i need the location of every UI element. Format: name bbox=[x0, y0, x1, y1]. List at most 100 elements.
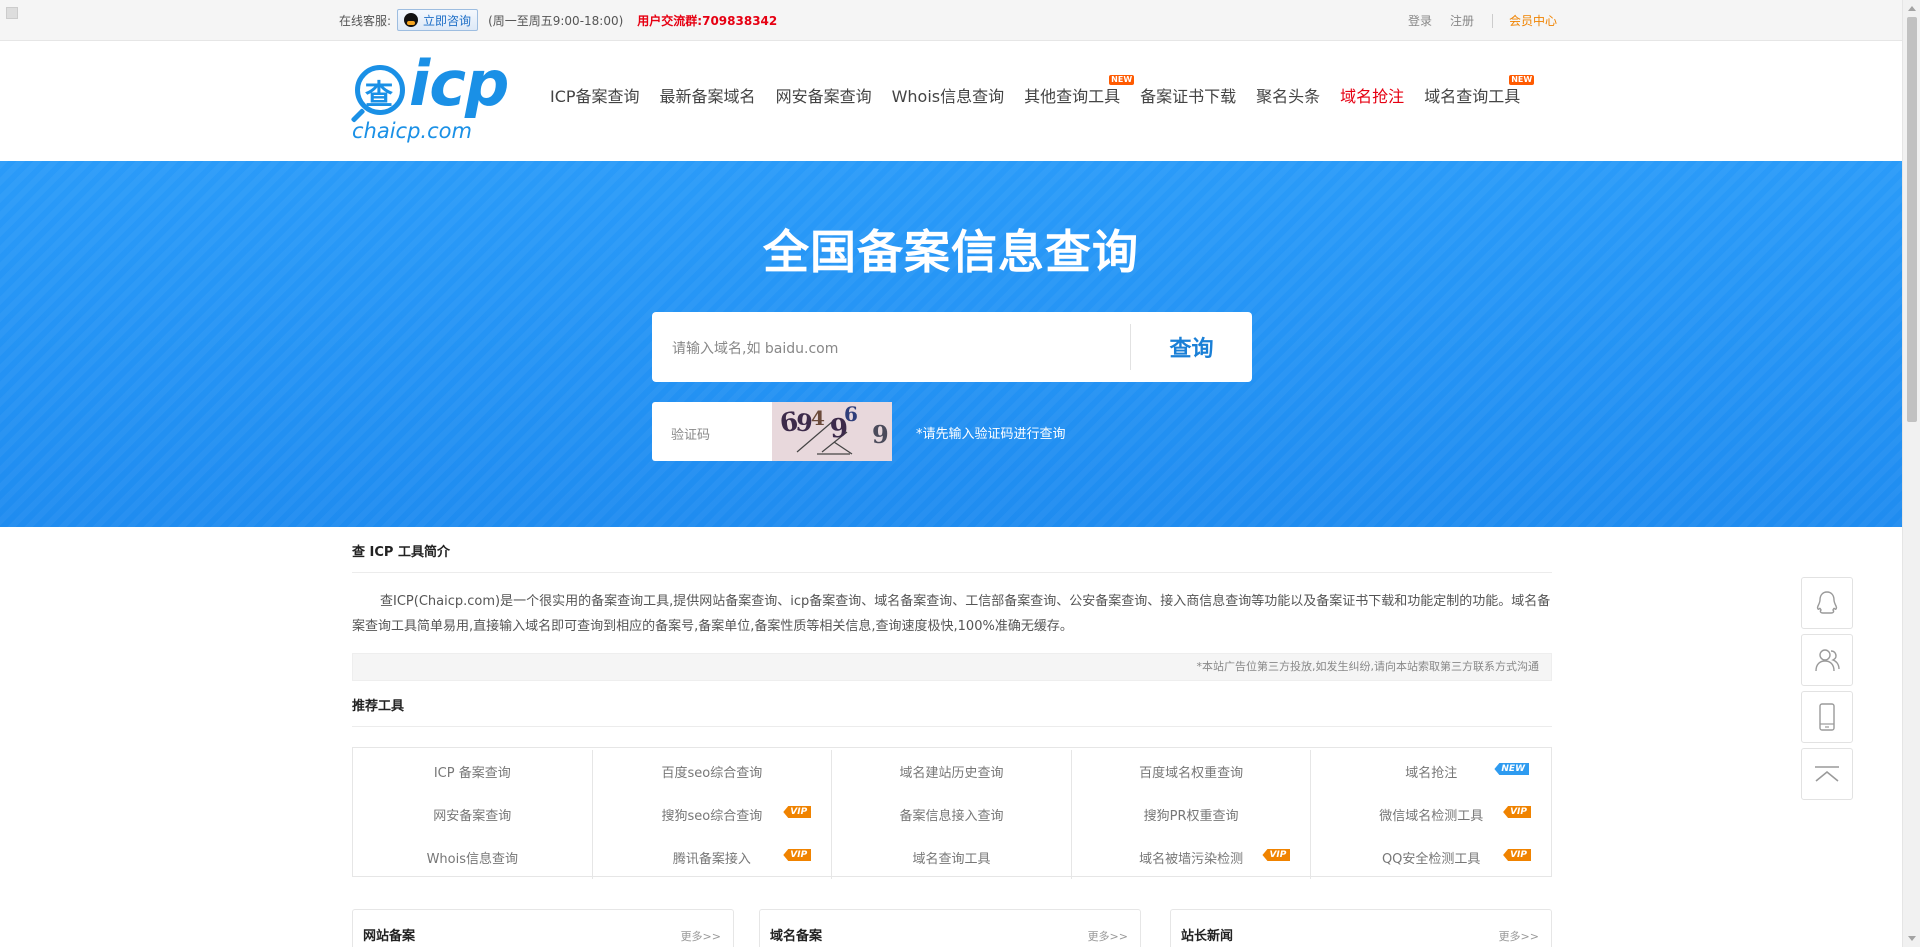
nav-label: 聚名头条 bbox=[1256, 87, 1321, 106]
logo-glyph: 查 bbox=[365, 78, 394, 111]
captcha-char: 4 bbox=[811, 406, 825, 430]
scroll-down-arrow[interactable] bbox=[1908, 936, 1916, 941]
search-input[interactable]: 请输入域名,如 baidu.com bbox=[672, 338, 838, 358]
card-site-records: 网站备案 更多>> bbox=[352, 909, 734, 947]
service-hours: (周一至周五9:00-18:00) bbox=[488, 13, 624, 28]
tool-label: Whois信息查询 bbox=[426, 852, 519, 867]
nav-other-tools[interactable]: 其他查询工具 NEW bbox=[1024, 75, 1135, 107]
new-tag: NEW bbox=[1494, 763, 1529, 775]
tool-label: 百度seo综合查询 bbox=[661, 766, 763, 781]
float-users-button[interactable] bbox=[1801, 634, 1853, 686]
service-label: 在线客服: bbox=[339, 13, 392, 28]
nav-domain-tools[interactable]: 域名查询工具 NEW bbox=[1424, 75, 1535, 107]
tool-whois[interactable]: Whois信息查询 bbox=[353, 836, 593, 879]
float-qq-button[interactable] bbox=[1801, 577, 1853, 629]
divider bbox=[1492, 13, 1494, 28]
tool-label: 腾讯备案接入 bbox=[672, 852, 751, 867]
intro-text: 查ICP(Chaicp.com)是一个很实用的备案查询工具,提供网站备案查询、i… bbox=[352, 594, 1551, 634]
tool-domain-snapping[interactable]: 域名抢注 NEW bbox=[1311, 750, 1551, 793]
tools-title: 推荐工具 bbox=[352, 681, 1552, 727]
tool-access-query[interactable]: 备案信息接入查询 bbox=[832, 793, 1072, 836]
site-header: 查 icp chaicp.com ICP备案查询 最新备案域名 网安备案查询 W… bbox=[0, 41, 1902, 161]
captcha-char: 9 bbox=[872, 420, 889, 449]
tool-wall-check[interactable]: 域名被墙污染检测 VIP bbox=[1072, 836, 1312, 879]
scrollbar[interactable] bbox=[1902, 0, 1920, 947]
card-title: 网站备案 bbox=[363, 929, 416, 944]
float-top-button[interactable] bbox=[1801, 748, 1853, 800]
consult-button[interactable]: 立即咨询 bbox=[397, 9, 479, 31]
float-mobile-button[interactable] bbox=[1801, 691, 1853, 743]
member-center-link[interactable]: 会员中心 bbox=[1509, 12, 1557, 29]
tool-baidu-weight[interactable]: 百度域名权重查询 bbox=[1072, 750, 1312, 793]
qq-icon bbox=[1816, 591, 1838, 614]
more-link[interactable]: 更多>> bbox=[681, 928, 721, 944]
register-link[interactable]: 注册 bbox=[1450, 12, 1474, 29]
more-link[interactable]: 更多>> bbox=[1499, 928, 1539, 944]
vip-tag: VIP bbox=[783, 849, 812, 861]
tool-site-history[interactable]: 域名建站历史查询 bbox=[832, 750, 1072, 793]
more-link[interactable]: 更多>> bbox=[1088, 928, 1128, 944]
main-nav: ICP备案查询 最新备案域名 网安备案查询 Whois信息查询 其他查询工具 NE… bbox=[550, 75, 1540, 107]
nav-label: 最新备案域名 bbox=[659, 87, 756, 106]
magnifier-icon: 查 bbox=[355, 65, 405, 115]
tool-domain-query[interactable]: 域名查询工具 bbox=[832, 836, 1072, 879]
new-badge: NEW bbox=[1509, 75, 1535, 85]
mobile-icon bbox=[1819, 703, 1835, 731]
tool-label: 搜狗PR权重查询 bbox=[1143, 809, 1239, 824]
card-webmaster-news: 站长新闻 更多>> bbox=[1170, 909, 1552, 947]
tool-sogou-pr[interactable]: 搜狗PR权重查询 bbox=[1072, 793, 1312, 836]
nav-latest-domains[interactable]: 最新备案域名 bbox=[660, 83, 756, 107]
nav-label: 其他查询工具 bbox=[1024, 87, 1121, 106]
tool-icp-query[interactable]: ICP 备案查询 bbox=[353, 750, 593, 793]
nav-security-record[interactable]: 网安备案查询 bbox=[776, 83, 872, 107]
tool-security-record[interactable]: 网安备案查询 bbox=[353, 793, 593, 836]
tool-label: ICP 备案查询 bbox=[433, 766, 511, 781]
captcha-input[interactable]: 验证码 bbox=[652, 402, 772, 461]
tool-wechat-check[interactable]: 微信域名检测工具 VIP bbox=[1311, 793, 1551, 836]
nav-certificate-download[interactable]: 备案证书下载 bbox=[1140, 83, 1236, 107]
hero-search: 全国备案信息查询 请输入域名,如 baidu.com 查询 验证码 6 9 4 … bbox=[0, 161, 1902, 527]
scroll-thumb[interactable] bbox=[1907, 17, 1917, 422]
search-box: 请输入域名,如 baidu.com 查询 bbox=[652, 312, 1252, 382]
tool-label: QQ安全检测工具 bbox=[1381, 852, 1481, 867]
nav-domain-snapping[interactable]: 域名抢注 bbox=[1340, 83, 1404, 107]
tool-label: 搜狗seo综合查询 bbox=[661, 809, 763, 824]
tool-sogou-seo[interactable]: 搜狗seo综合查询 VIP bbox=[593, 793, 833, 836]
nav-whois[interactable]: Whois信息查询 bbox=[892, 83, 1005, 107]
captcha-image[interactable]: 6 9 4 9 6 9 bbox=[772, 402, 892, 461]
nav-label: Whois信息查询 bbox=[891, 87, 1005, 106]
ad-notice: *本站广告位第三方投放,如发生纠纷,请向本站索取第三方联系方式沟通 bbox=[352, 653, 1552, 681]
users-icon bbox=[1815, 649, 1840, 672]
tool-tencent-access[interactable]: 腾讯备案接入 VIP bbox=[593, 836, 833, 879]
back-to-top-icon bbox=[1815, 766, 1839, 782]
nav-label: 备案证书下载 bbox=[1140, 87, 1237, 106]
main-content: 查 ICP 工具简介 查ICP(Chaicp.com)是一个很实用的备案查询工具… bbox=[352, 527, 1552, 879]
logo-domain: chaicp.com bbox=[352, 119, 472, 143]
tool-baidu-seo[interactable]: 百度seo综合查询 bbox=[593, 750, 833, 793]
card-domain-records: 域名备案 更多>> bbox=[759, 909, 1141, 947]
tool-qq-security[interactable]: QQ安全检测工具 VIP bbox=[1311, 836, 1551, 879]
captcha-placeholder: 验证码 bbox=[671, 428, 711, 443]
news-cards: 网站备案 更多>> 域名备案 更多>> 站长新闻 更多>> bbox=[352, 909, 1552, 947]
nav-headlines[interactable]: 聚名头条 bbox=[1256, 83, 1320, 107]
user-group: 用户交流群:709838342 bbox=[637, 13, 778, 28]
card-title: 站长新闻 bbox=[1181, 929, 1234, 944]
tool-label: 微信域名检测工具 bbox=[1379, 809, 1484, 824]
consult-label: 立即咨询 bbox=[423, 13, 472, 28]
login-link[interactable]: 登录 bbox=[1408, 12, 1432, 29]
qq-icon bbox=[404, 13, 419, 27]
scroll-up-arrow[interactable] bbox=[1908, 6, 1916, 11]
nav-label: ICP备案查询 bbox=[550, 87, 640, 106]
logo-text: icp bbox=[409, 47, 509, 120]
tools-grid: ICP 备案查询 百度seo综合查询 域名建站历史查询 百度域名权重查询 域名抢… bbox=[352, 747, 1552, 879]
top-bar: 在线客服: 立即咨询 (周一至周五9:00-18:00) 用户交流群:70983… bbox=[0, 0, 1902, 41]
search-button[interactable]: 查询 bbox=[1131, 312, 1252, 382]
tool-label: 百度域名权重查询 bbox=[1139, 766, 1244, 781]
nav-label: 网安备案查询 bbox=[775, 87, 872, 106]
vip-tag: VIP bbox=[1503, 806, 1531, 818]
captcha-char: 6 bbox=[844, 402, 858, 426]
hero-title: 全国备案信息查询 bbox=[763, 225, 1139, 279]
nav-icp-query[interactable]: ICP备案查询 bbox=[550, 83, 640, 107]
site-logo[interactable]: 查 icp chaicp.com bbox=[350, 47, 532, 143]
tool-label: 网安备案查询 bbox=[433, 809, 512, 824]
